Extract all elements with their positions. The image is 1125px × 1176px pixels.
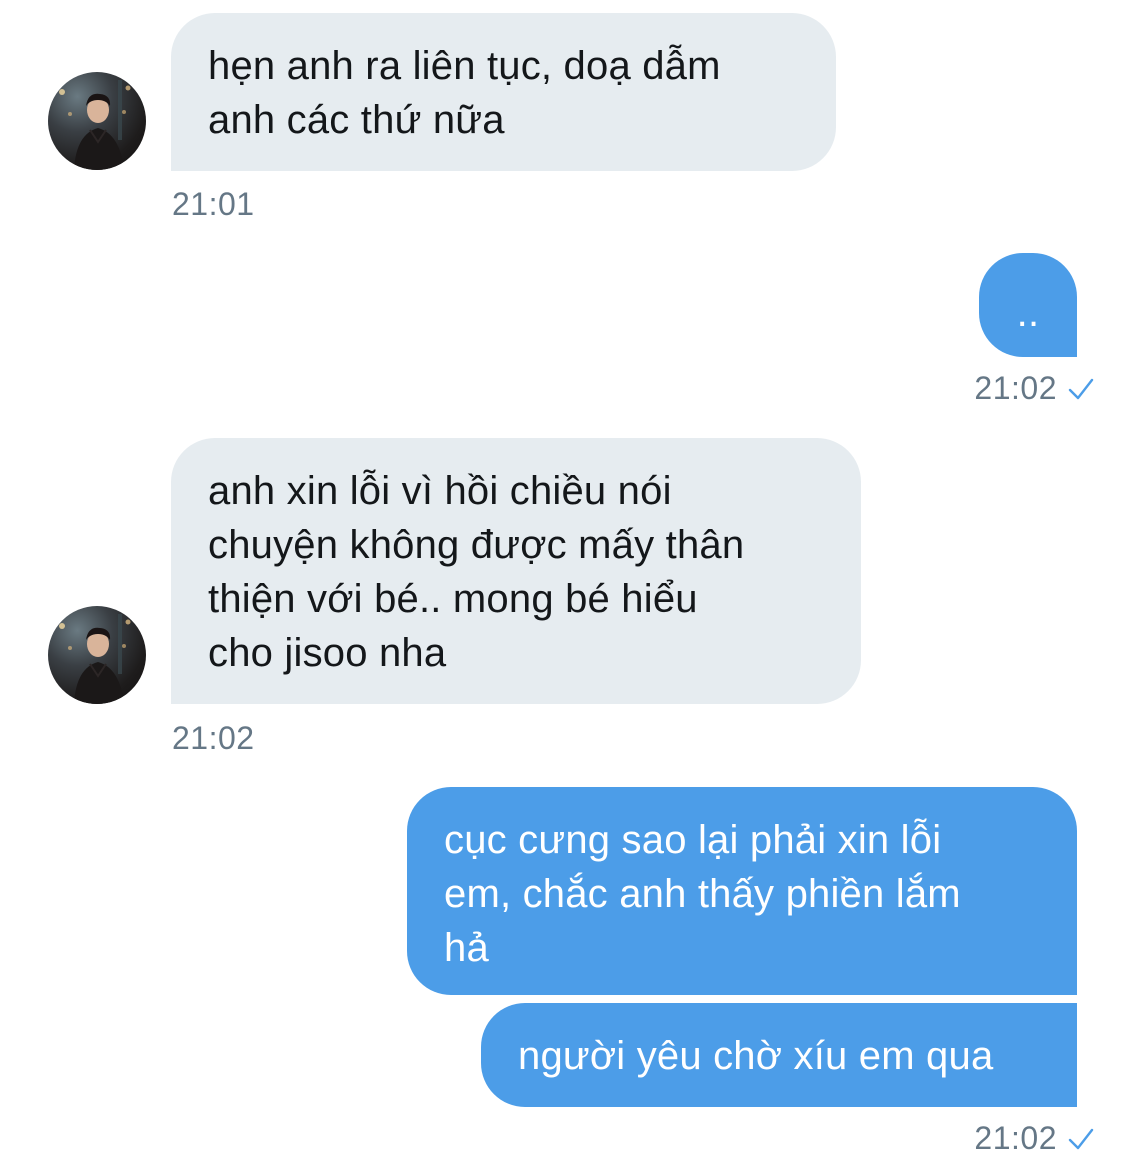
avatar-photo-icon	[59, 80, 131, 170]
message-timestamp-row: 21:02	[974, 370, 1095, 407]
message-text: anh xin lỗi vì hồi chiều nói chuyện khôn…	[208, 469, 745, 675]
message-timestamp: 21:01	[172, 186, 255, 222]
message-text: cục cưng sao lại phải xin lỗi em, chắc a…	[444, 818, 961, 970]
incoming-message-bubble[interactable]: hẹn anh ra liên tục, doạ dẫm anh các thứ…	[171, 13, 836, 171]
checkmark-icon	[1068, 378, 1094, 399]
message-text: hẹn anh ra liên tục, doạ dẫm anh các thứ…	[208, 44, 721, 142]
outgoing-message-bubble[interactable]: ..	[979, 253, 1077, 357]
outgoing-message-bubble[interactable]: cục cưng sao lại phải xin lỗi em, chắc a…	[407, 787, 1077, 995]
incoming-message-bubble[interactable]: anh xin lỗi vì hồi chiều nói chuyện khôn…	[171, 438, 861, 704]
avatar-photo-icon	[59, 614, 131, 704]
message-timestamp: 21:02	[974, 370, 1057, 406]
checkmark-icon	[1068, 1128, 1094, 1149]
avatar[interactable]	[48, 72, 146, 170]
message-text: ..	[1016, 291, 1040, 335]
avatar[interactable]	[48, 606, 146, 704]
message-timestamp-row: 21:02	[974, 1120, 1095, 1157]
message-text: người yêu chờ xíu em qua	[518, 1034, 994, 1078]
dm-conversation: hẹn anh ra liên tục, doạ dẫm anh các thứ…	[0, 0, 1125, 1176]
outgoing-message-bubble[interactable]: người yêu chờ xíu em qua	[481, 1003, 1077, 1107]
message-timestamp: 21:02	[974, 1120, 1057, 1156]
message-timestamp: 21:02	[172, 720, 255, 756]
